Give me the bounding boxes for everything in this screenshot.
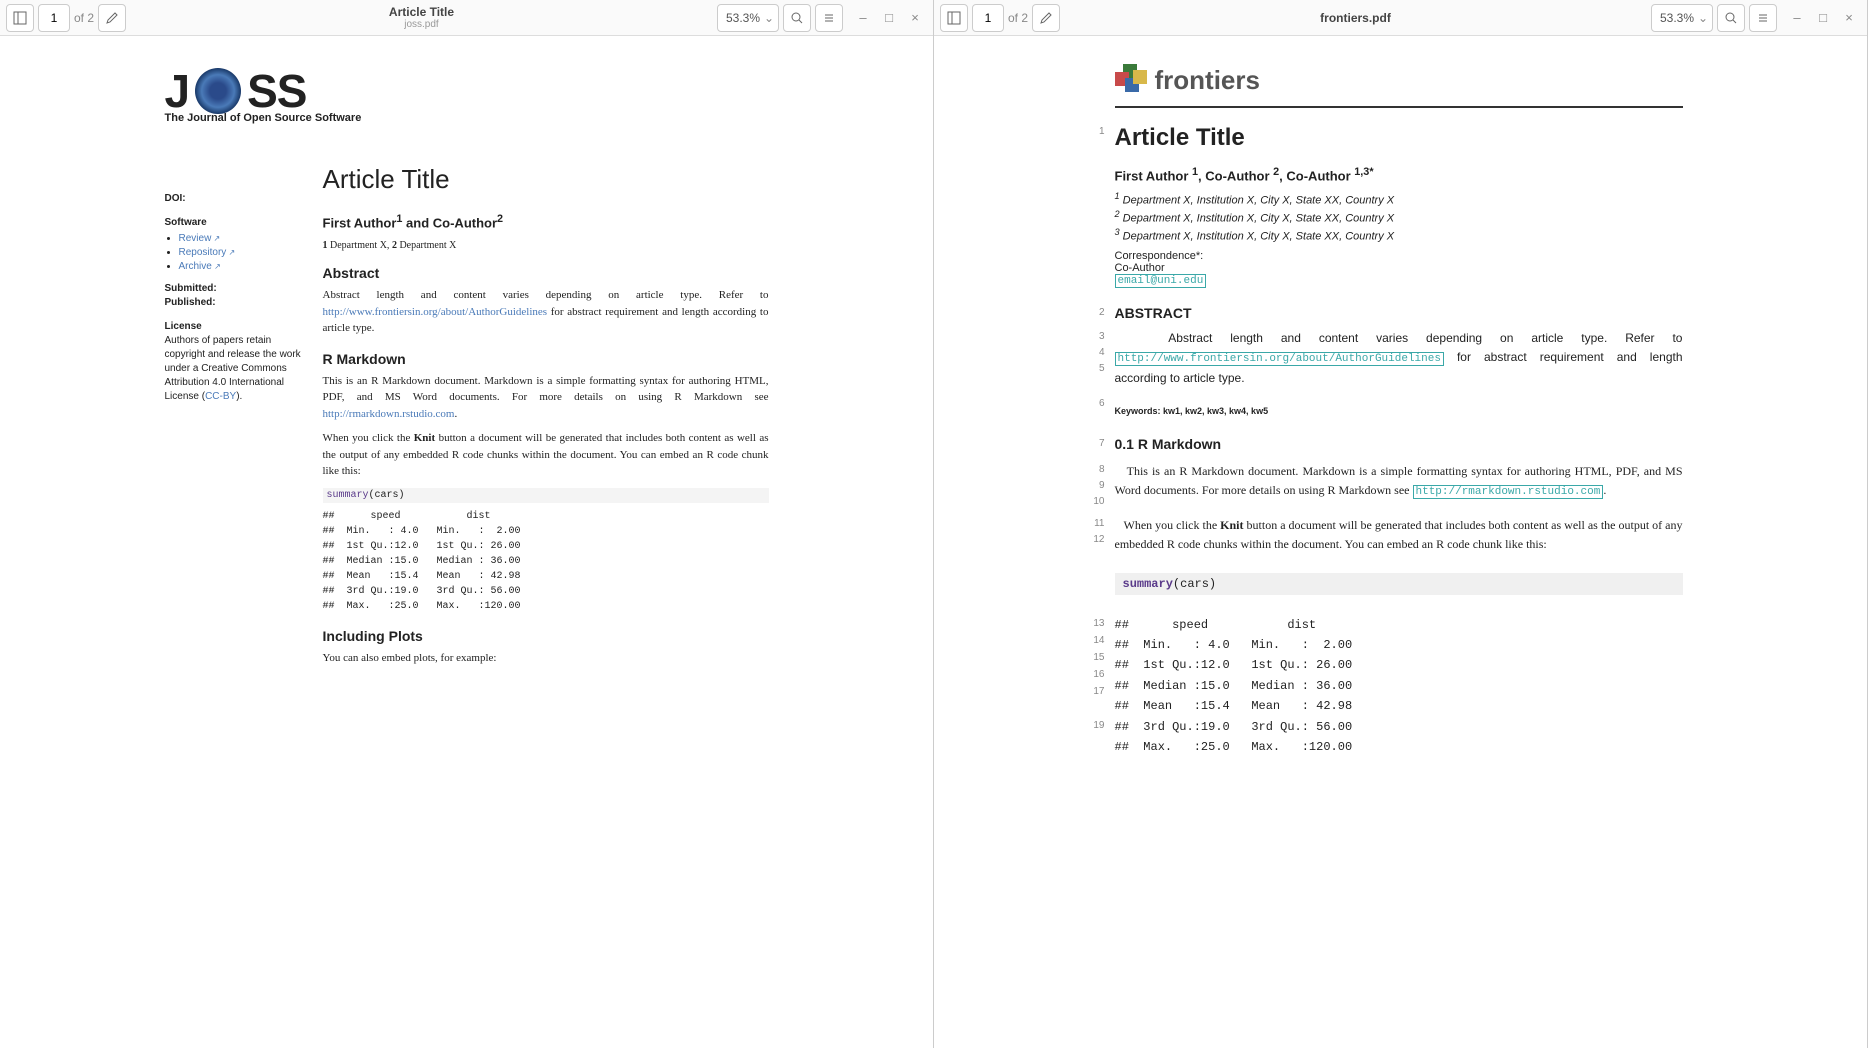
rmarkdown-heading: R Markdown — [323, 351, 769, 367]
maximize-button[interactable]: □ — [1811, 6, 1835, 30]
annotate-button[interactable] — [98, 4, 126, 32]
knit-paragraph: When you click the Knit button a documen… — [1115, 516, 1683, 554]
joss-logo-o-icon — [195, 68, 241, 114]
document-title-block: frontiers.pdf — [1064, 11, 1647, 25]
frontiers-logo: frontiers — [1115, 64, 1683, 96]
article-main-column: Article Title First Author1 and Co-Autho… — [323, 164, 769, 674]
code-output: ## speed dist ## Min. : 4.0 Min. : 2.00 … — [323, 509, 769, 614]
review-link[interactable]: Review — [179, 233, 221, 244]
joss-page: JSS The Journal of Open Source Software … — [137, 44, 797, 694]
correspondence-label: Correspondence*: — [1115, 250, 1683, 262]
sidebar-toggle-button[interactable] — [940, 4, 968, 32]
line-number-col: 1112 — [1091, 516, 1115, 562]
close-button[interactable]: × — [903, 6, 927, 30]
rmarkdown-link[interactable]: http://rmarkdown.rstudio.com — [323, 408, 455, 420]
license-label: License — [165, 321, 202, 332]
maximize-button[interactable]: □ — [877, 6, 901, 30]
zoom-select[interactable]: 53.3% — [1651, 4, 1713, 32]
knit-paragraph: When you click the Knit button a documen… — [323, 430, 769, 480]
affiliation-1: 1 Department X, Institution X, City X, S… — [1115, 191, 1683, 207]
plots-heading: Including Plots — [323, 628, 769, 644]
abstract-heading: ABSTRACT — [1115, 305, 1683, 321]
line-number: 6 — [1091, 396, 1115, 426]
rmarkdown-intro: This is an R Markdown document. Markdown… — [1115, 462, 1683, 502]
window-controls: – □ × — [851, 6, 927, 30]
affiliation-2: 2 Department X, Institution X, City X, S… — [1115, 209, 1683, 225]
abstract-body: Abstract length and content varies depen… — [1115, 329, 1683, 388]
plots-body: You can also embed plots, for example: — [323, 650, 769, 667]
pane-resize-handle[interactable] — [931, 36, 935, 1048]
abstract-heading: Abstract — [323, 265, 769, 281]
submitted-label: Submitted: — [165, 283, 217, 294]
article-title: Article Title — [1115, 124, 1683, 152]
code-chunk: summary(cars) — [323, 488, 769, 503]
author-guidelines-link[interactable]: http://www.frontiersin.org/about/AuthorG… — [1115, 352, 1444, 366]
close-button[interactable]: × — [1837, 6, 1861, 30]
rmarkdown-intro: This is an R Markdown document. Markdown… — [323, 373, 769, 423]
article-meta-sidebar: DOI: Software Review Repository Archive … — [165, 164, 305, 674]
zoom-select[interactable]: 53.3% — [717, 4, 779, 32]
frontiers-logo-text: frontiers — [1155, 65, 1260, 96]
page-number-input[interactable] — [972, 4, 1004, 32]
software-links-list: Review Repository Archive — [179, 232, 305, 274]
document-title: Article Title — [130, 5, 713, 19]
archive-link[interactable]: Archive — [179, 261, 221, 272]
line-number-col: 345 — [1091, 329, 1115, 396]
rmarkdown-heading: 0.1 R Markdown — [1115, 436, 1683, 452]
abstract-body: Abstract length and content varies depen… — [323, 287, 769, 337]
page-count-label: of 2 — [74, 11, 94, 25]
window-controls: – □ × — [1785, 6, 1861, 30]
annotate-button[interactable] — [1032, 4, 1060, 32]
line-number: 2 — [1091, 305, 1115, 321]
repository-link[interactable]: Repository — [179, 247, 236, 258]
joss-logo-subtitle: The Journal of Open Source Software — [165, 112, 769, 124]
minimize-button[interactable]: – — [1785, 6, 1809, 30]
author-guidelines-link[interactable]: http://www.frontiersin.org/about/AuthorG… — [323, 306, 548, 318]
document-title: frontiers.pdf — [1064, 11, 1647, 25]
article-affiliations: 1 Department X, 2 Department X — [323, 240, 769, 251]
correspondence-email[interactable]: email@uni.edu — [1115, 274, 1207, 288]
joss-logo-ss: SS — [247, 64, 306, 118]
line-number-col: 131415161719 — [1091, 615, 1115, 758]
menu-button[interactable] — [815, 4, 843, 32]
frontiers-cube-icon — [1115, 64, 1147, 96]
line-number: 1 — [1091, 124, 1115, 287]
correspondence-name: Co-Author — [1115, 262, 1683, 274]
left-toolbar: of 2 Article Title joss.pdf 53.3% – □ × — [0, 0, 933, 36]
line-number: 7 — [1091, 436, 1115, 452]
joss-logo: J SS — [165, 64, 769, 118]
affiliation-3: 3 Department X, Institution X, City X, S… — [1115, 227, 1683, 243]
document-filename: joss.pdf — [130, 19, 713, 30]
minimize-button[interactable]: – — [851, 6, 875, 30]
page-number-input[interactable] — [38, 4, 70, 32]
joss-logo-j: J — [165, 64, 190, 118]
search-button[interactable] — [1717, 4, 1745, 32]
search-button[interactable] — [783, 4, 811, 32]
keywords: Keywords: kw1, kw2, kw3, kw4, kw5 — [1115, 406, 1683, 416]
code-chunk: summary(cars) — [1115, 573, 1683, 595]
doi-label: DOI: — [165, 193, 186, 204]
published-label: Published: — [165, 297, 216, 308]
code-output: ## speed dist ## Min. : 4.0 Min. : 2.00 … — [1115, 615, 1683, 758]
line-number-col: 8910 — [1091, 462, 1115, 510]
cc-by-link[interactable]: CC-BY — [205, 391, 236, 402]
article-title: Article Title — [323, 164, 769, 195]
menu-button[interactable] — [1749, 4, 1777, 32]
right-toolbar: of 2 frontiers.pdf 53.3% – □ × — [934, 0, 1867, 36]
software-label: Software — [165, 217, 207, 228]
document-title-block: Article Title joss.pdf — [130, 5, 713, 30]
rmarkdown-link[interactable]: http://rmarkdown.rstudio.com — [1413, 485, 1604, 499]
article-authors: First Author 1, Co-Author 2, Co-Author 1… — [1115, 166, 1683, 183]
license-text: Authors of papers retain copyright and r… — [165, 334, 305, 404]
sidebar-toggle-button[interactable] — [6, 4, 34, 32]
right-viewport[interactable]: frontiers 1 Article Title First Author 1… — [934, 36, 1867, 1048]
page-count-label: of 2 — [1008, 11, 1028, 25]
right-pane: of 2 frontiers.pdf 53.3% – □ × frontiers — [934, 0, 1868, 1048]
frontiers-page: frontiers 1 Article Title First Author 1… — [1091, 44, 1711, 777]
left-pane: of 2 Article Title joss.pdf 53.3% – □ × … — [0, 0, 934, 1048]
article-authors: First Author1 and Co-Author2 — [323, 213, 769, 230]
left-viewport[interactable]: JSS The Journal of Open Source Software … — [0, 36, 933, 1048]
header-rule — [1115, 106, 1683, 108]
correspondence-block: Correspondence*: Co-Author email@uni.edu — [1115, 250, 1683, 287]
